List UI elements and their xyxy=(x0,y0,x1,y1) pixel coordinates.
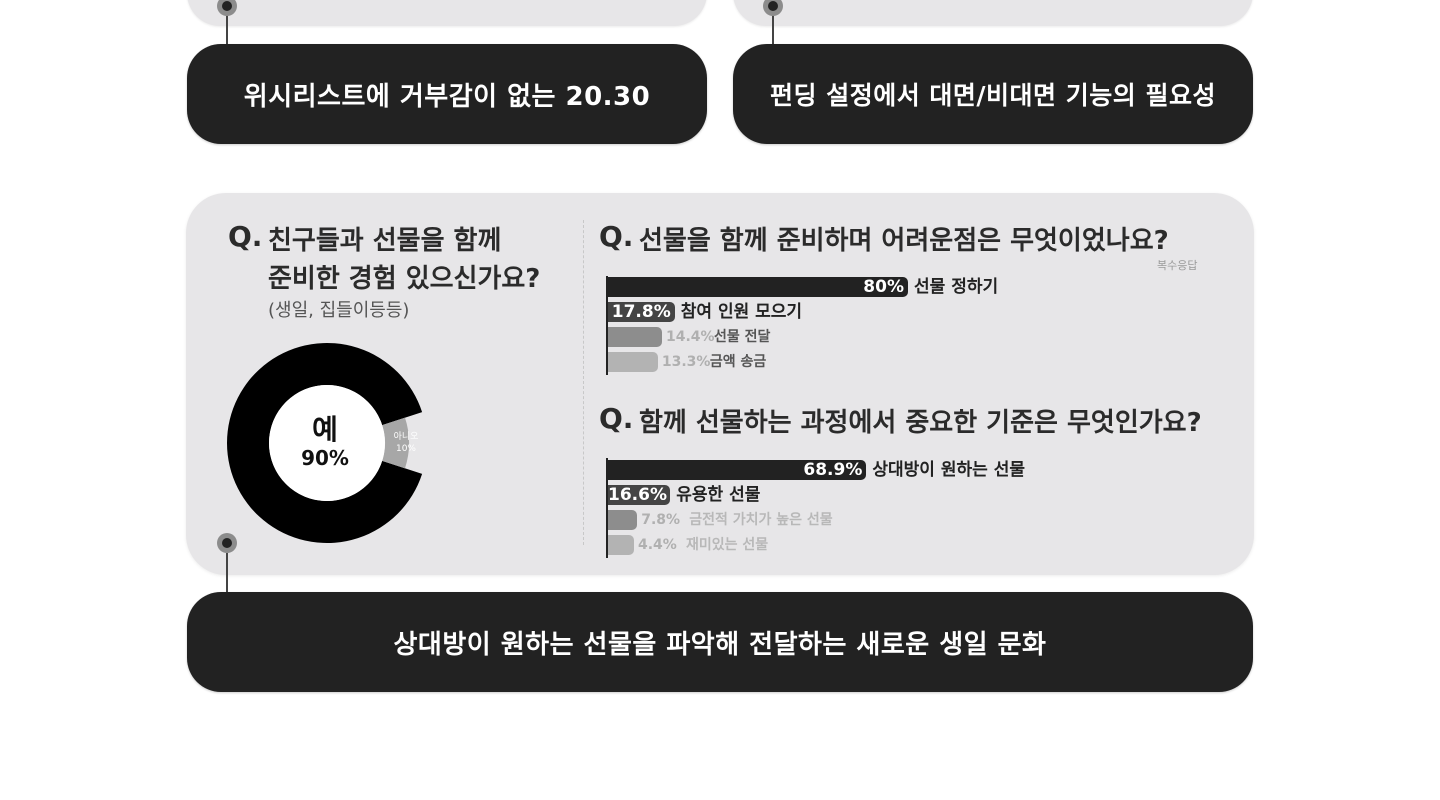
bar-value-label: 7.8% xyxy=(641,512,681,528)
q3-mark: Q. xyxy=(599,402,634,435)
top-card-right xyxy=(733,0,1253,26)
bar-category-label: 선물 정하기 xyxy=(914,277,999,297)
q2-mark: Q. xyxy=(599,220,634,253)
donut-minor-label-text: 아니오 xyxy=(393,432,419,442)
bar-1-3 xyxy=(608,352,658,372)
summary-pill-left: 위시리스트에 거부감이 없는 20.30 xyxy=(187,44,707,144)
donut-center: 예 90% xyxy=(290,413,360,471)
q2-note: 복수응답 xyxy=(1157,259,1198,272)
bar-value-label: 68.9% xyxy=(803,460,863,480)
bar-category-label: 유용한 선물 xyxy=(676,485,761,505)
bar-value-label: 80% xyxy=(863,277,904,297)
top-card-left xyxy=(187,0,707,26)
donut-minor-label: 아니오 10% xyxy=(386,431,426,455)
bar-value-label: 4.4% xyxy=(638,537,677,553)
q1-subtitle: (생일, 집들이등등) xyxy=(268,300,410,321)
bar-value-label: 13.3% xyxy=(661,354,711,370)
bar-category-label: 선물 전달 xyxy=(714,329,771,345)
bar-1-2 xyxy=(608,327,662,347)
donut-center-value: 90% xyxy=(301,446,349,470)
q2-text: 선물을 함께 준비하며 어려운점은 무엇이었나요? xyxy=(639,226,1169,256)
bar-2-3 xyxy=(608,535,634,555)
bar-value-label: 17.8% xyxy=(611,302,671,322)
connector-dot xyxy=(217,533,237,553)
bar-category-label: 참여 인원 모으기 xyxy=(680,302,803,322)
donut-minor-label-value: 10% xyxy=(395,444,416,454)
summary-left-text: 위시리스트에 거부감이 없는 20.30 xyxy=(243,81,651,112)
bar-2-2 xyxy=(608,510,638,530)
connector-line xyxy=(226,553,228,592)
summary-pill-bottom: 상대방이 원하는 선물을 파악해 전달하는 새로운 생일 문화 xyxy=(187,592,1253,692)
bar-category-label: 상대방이 원하는 선물 xyxy=(872,460,1025,480)
q3-text: 함께 선물하는 과정에서 중요한 기준은 무엇인가요? xyxy=(639,408,1202,438)
bar-category-label: 금액 송금 xyxy=(709,354,767,370)
bar-category-label: 금전적 가치가 높은 선물 xyxy=(689,512,833,528)
q1-line2: 준비한 경험 있으신가요? xyxy=(268,264,541,294)
summary-bottom-text: 상대방이 원하는 선물을 파악해 전달하는 새로운 생일 문화 xyxy=(393,629,1047,660)
bar-value-label: 16.6% xyxy=(608,485,667,505)
bar-value-label: 14.4% xyxy=(666,329,715,345)
summary-right-text: 펀딩 설정에서 대면/비대면 기능의 필요성 xyxy=(770,81,1216,110)
q1-line1: 친구들과 선물을 함께 xyxy=(268,226,502,256)
summary-pill-right: 펀딩 설정에서 대면/비대면 기능의 필요성 xyxy=(733,44,1253,144)
panel-divider xyxy=(583,220,584,545)
bar-category-label: 재미있는 선물 xyxy=(686,537,769,553)
q1-mark: Q. xyxy=(228,220,263,253)
donut-center-label: 예 xyxy=(312,413,338,446)
